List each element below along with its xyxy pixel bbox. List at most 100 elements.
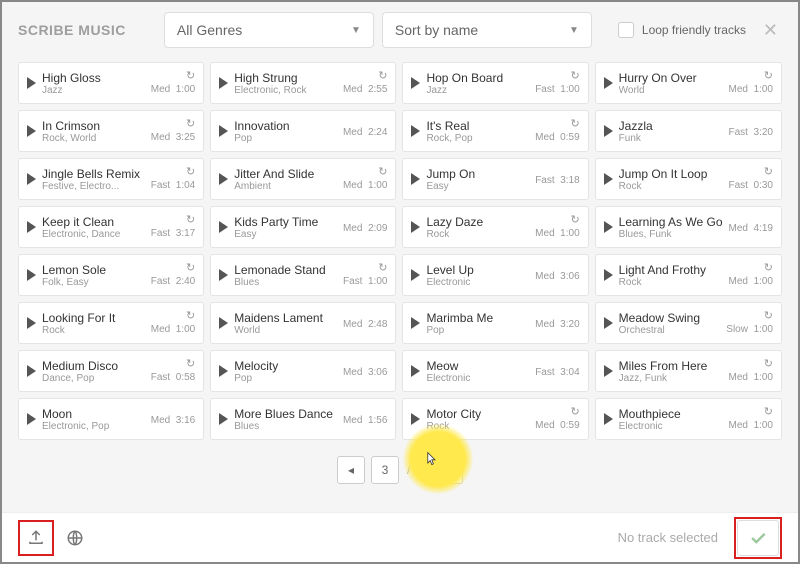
track-tempo-duration: Med 1:00 [729,420,773,431]
next-page-button[interactable]: ▸ [435,456,463,484]
track-tile[interactable]: Marimba MePopMed 3:20 [402,302,588,344]
track-tile[interactable]: MouthpieceElectronic↻Med 1:00 [595,398,782,440]
upload-highlight [18,520,54,556]
prev-page-button[interactable]: ◂ [337,456,365,484]
genre-dropdown[interactable]: All Genres ▼ [164,12,374,48]
track-tile[interactable]: Maidens LamentWorldMed 2:48 [210,302,396,344]
track-tile[interactable]: Jump On It LoopRock↻Fast 0:30 [595,158,782,200]
play-icon[interactable] [411,269,420,281]
play-icon[interactable] [27,173,36,185]
play-icon[interactable] [604,125,613,137]
track-title: Level Up [426,263,529,277]
play-icon[interactable] [604,413,613,425]
track-tile[interactable]: MoonElectronic, PopMed 3:16 [18,398,204,440]
track-title: Maidens Lament [234,311,337,325]
track-info: Marimba MePop [426,311,529,336]
pagination: ◂ 3 / 6 ▸ [2,444,798,492]
track-tile[interactable]: Keep it CleanElectronic, Dance↻Fast 3:17 [18,206,204,248]
play-icon[interactable] [411,365,420,377]
play-icon[interactable] [219,413,228,425]
track-title: Lemonade Stand [234,263,337,277]
track-tile[interactable]: Lemon SoleFolk, Easy↻Fast 2:40 [18,254,204,296]
track-info: Jitter And SlideAmbient [234,167,337,192]
track-tile[interactable]: Learning As We GoBlues, FunkMed 4:19 [595,206,782,248]
track-tile[interactable]: Jingle Bells RemixFestive, Electro...↻Fa… [18,158,204,200]
track-tile[interactable]: InnovationPopMed 2:24 [210,110,396,152]
play-icon[interactable] [411,317,420,329]
track-tile[interactable]: MeowElectronicFast 3:04 [402,350,588,392]
loop-filter[interactable]: Loop friendly tracks [618,22,746,38]
track-meta: ↻Med 1:00 [729,359,773,383]
track-genre: Electronic [619,421,723,432]
track-tile[interactable]: JazzlaFunkFast 3:20 [595,110,782,152]
track-tile[interactable]: High StrungElectronic, Rock↻Med 2:55 [210,62,396,104]
play-icon[interactable] [411,173,420,185]
loop-checkbox[interactable] [618,22,634,38]
track-tile[interactable]: Kids Party TimeEasyMed 2:09 [210,206,396,248]
play-icon[interactable] [411,77,420,89]
globe-button[interactable] [60,523,90,553]
track-tile[interactable]: Lazy DazeRock↻Med 1:00 [402,206,588,248]
track-genre: Rock, Pop [426,133,529,144]
play-icon[interactable] [219,173,228,185]
track-tile[interactable]: Level UpElectronicMed 3:06 [402,254,588,296]
track-tile[interactable]: It's RealRock, Pop↻Med 0:59 [402,110,588,152]
play-icon[interactable] [604,173,613,185]
track-tile[interactable]: MelocityPopMed 3:06 [210,350,396,392]
track-title: High Strung [234,71,337,85]
play-icon[interactable] [27,413,36,425]
track-tile[interactable]: More Blues DanceBluesMed 1:56 [210,398,396,440]
track-tile[interactable]: High GlossJazz↻Med 1:00 [18,62,204,104]
track-tile[interactable]: Looking For ItRock↻Med 1:00 [18,302,204,344]
sort-dropdown[interactable]: Sort by name ▼ [382,12,592,48]
close-button[interactable]: ✕ [759,16,782,45]
play-icon[interactable] [219,221,228,233]
play-icon[interactable] [411,413,420,425]
track-info: It's RealRock, Pop [426,119,529,144]
track-info: Keep it CleanElectronic, Dance [42,215,145,240]
play-icon[interactable] [27,269,36,281]
genre-value: All Genres [177,22,242,38]
play-icon[interactable] [27,125,36,137]
track-tile[interactable]: Motor CityRock↻Med 0:59 [402,398,588,440]
confirm-button[interactable] [737,520,779,556]
play-icon[interactable] [219,125,228,137]
play-icon[interactable] [219,77,228,89]
play-icon[interactable] [27,221,36,233]
play-icon[interactable] [219,269,228,281]
track-tile[interactable]: Hurry On OverWorld↻Med 1:00 [595,62,782,104]
play-icon[interactable] [604,269,613,281]
play-icon[interactable] [219,365,228,377]
play-icon[interactable] [604,77,613,89]
track-tile[interactable]: In CrimsonRock, World↻Med 3:25 [18,110,204,152]
track-tile[interactable]: Miles From HereJazz, Funk↻Med 1:00 [595,350,782,392]
track-tile[interactable]: Hop On BoardJazz↻Fast 1:00 [402,62,588,104]
play-icon[interactable] [27,317,36,329]
track-tile[interactable]: Meadow SwingOrchestral↻Slow 1:00 [595,302,782,344]
track-title: Kids Party Time [234,215,337,229]
track-tile[interactable]: Medium DiscoDance, Pop↻Fast 0:58 [18,350,204,392]
play-icon[interactable] [604,221,613,233]
track-tile[interactable]: Jump OnEasyFast 3:18 [402,158,588,200]
upload-button[interactable] [21,523,51,553]
play-icon[interactable] [27,365,36,377]
track-tile[interactable]: Lemonade StandBlues↻Fast 1:00 [210,254,396,296]
play-icon[interactable] [604,317,613,329]
track-meta: Med 3:06 [343,365,387,378]
track-info: Kids Party TimeEasy [234,215,337,240]
play-icon[interactable] [27,77,36,89]
track-title: Lazy Daze [426,215,529,229]
play-icon[interactable] [219,317,228,329]
total-pages: 6 [420,463,427,477]
track-tile[interactable]: Light And FrothyRock↻Med 1:00 [595,254,782,296]
track-meta: Med 2:48 [343,317,387,330]
play-icon[interactable] [604,365,613,377]
track-title: Melocity [234,359,337,373]
track-info: Lazy DazeRock [426,215,529,240]
track-tile[interactable]: Jitter And SlideAmbient↻Med 1:00 [210,158,396,200]
play-icon[interactable] [411,125,420,137]
footer: No track selected [2,512,798,562]
track-meta: ↻Slow 1:00 [726,311,773,335]
track-tempo-duration: Fast 3:20 [729,127,773,138]
play-icon[interactable] [411,221,420,233]
